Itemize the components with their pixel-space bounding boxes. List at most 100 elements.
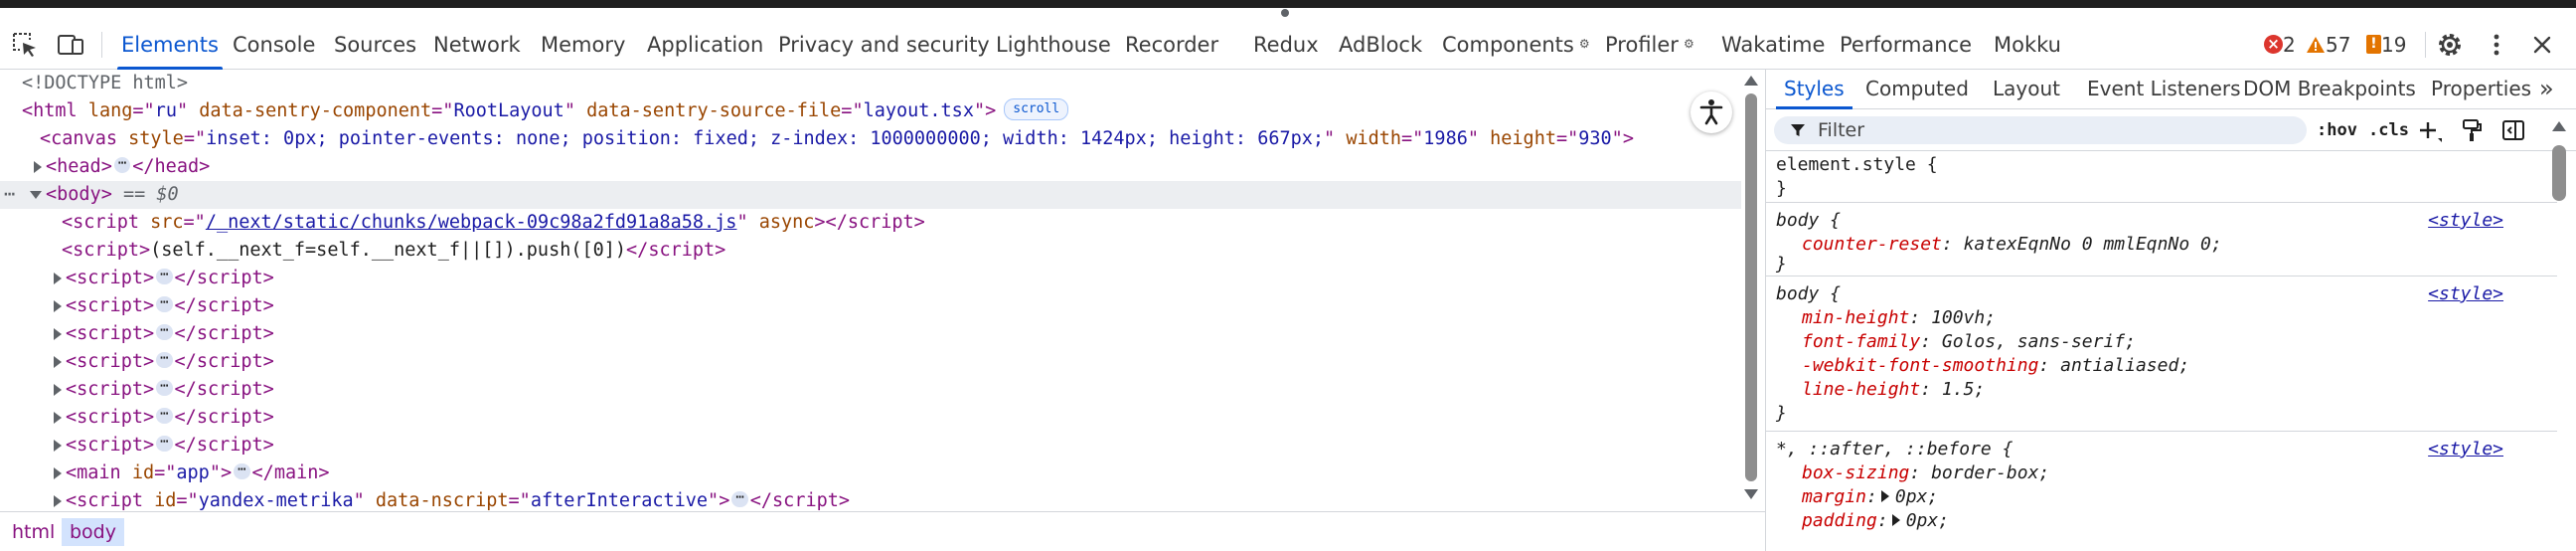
expand-shorthand-icon[interactable] — [1891, 514, 1900, 526]
error-counter[interactable]: × 2 — [2264, 33, 2296, 57]
class-toggle[interactable]: .cls — [2368, 118, 2409, 142]
breadcrumb-html[interactable]: html — [4, 518, 63, 546]
dom-node-script[interactable]: <script> ⋯ </script> — [66, 376, 274, 404]
kebab-menu-icon[interactable] — [2482, 30, 2511, 60]
rule-selector[interactable]: *, ::after, ::before { — [1776, 439, 2012, 459]
toggle-sidebar-icon[interactable] — [2501, 118, 2525, 142]
dom-node-canvas[interactable]: <canvas style="inset: 0px; pointer-event… — [40, 125, 1634, 153]
collapsed-ellipsis[interactable]: ⋯ — [731, 490, 748, 507]
rule-selector[interactable]: body { — [1776, 210, 1841, 231]
accessibility-tree-button[interactable] — [1690, 92, 1732, 133]
expand-shorthand-icon[interactable] — [1880, 490, 1889, 502]
tab-dom-breakpoints[interactable]: DOM Breakpoints — [2243, 70, 2416, 109]
script-src-link[interactable]: /_next/static/chunks/webpack-09c98a2fd91… — [206, 212, 737, 233]
dom-node-html[interactable]: <html lang="ru" data-sentry-component="R… — [22, 97, 1069, 125]
tab-mokku[interactable]: Mokku — [1994, 20, 2061, 70]
paint-brush-icon[interactable] — [2460, 118, 2484, 142]
dom-node-script[interactable]: <script> ⋯ </script> — [66, 292, 274, 320]
collapse-arrow-icon[interactable] — [30, 191, 42, 199]
rule-selector[interactable]: body { — [1776, 283, 1841, 304]
dom-tree-scroll-thumb[interactable] — [1745, 93, 1757, 481]
more-tabs-chevron-icon[interactable]: » — [2539, 70, 2554, 109]
close-icon[interactable] — [2527, 30, 2557, 60]
style-declaration[interactable]: min-height: 100vh; — [1802, 306, 1996, 330]
scroll-down-arrow-icon[interactable] — [1744, 489, 1758, 499]
tab-profiler[interactable]: Profiler ⚙ — [1605, 20, 1694, 70]
collapsed-ellipsis[interactable]: ⋯ — [156, 268, 173, 284]
style-declaration[interactable]: box-sizing: border-box; — [1802, 461, 2049, 485]
tab-components[interactable]: Components ⚙ — [1442, 20, 1590, 70]
expand-arrow-icon[interactable] — [54, 412, 62, 424]
expand-arrow-icon[interactable] — [54, 384, 62, 396]
expand-arrow-icon[interactable] — [54, 495, 62, 507]
style-declaration[interactable]: font-family: Golos, sans-serif; — [1802, 330, 2136, 354]
scroll-badge[interactable]: scroll — [1004, 98, 1069, 120]
styles-scroll-thumb[interactable] — [2552, 145, 2566, 201]
device-toggle-icon[interactable] — [56, 30, 85, 60]
expand-arrow-icon[interactable] — [54, 273, 62, 284]
style-declaration[interactable]: margin: 0px; — [1802, 485, 1938, 509]
tab-application[interactable]: Application — [647, 20, 763, 70]
tab-lighthouse[interactable]: Lighthouse — [996, 20, 1111, 70]
styles-filter-input[interactable] — [1818, 116, 2295, 144]
rule-source-link[interactable]: <style> — [2428, 438, 2503, 461]
collapsed-ellipsis[interactable]: ⋯ — [156, 379, 173, 396]
dom-node-script-metrika[interactable]: <script id="yandex-metrika" data-nscript… — [66, 487, 850, 511]
tab-privacy-and-security[interactable]: Privacy and security — [778, 20, 990, 70]
expand-arrow-icon[interactable] — [54, 467, 62, 479]
tab-event-listeners[interactable]: Event Listeners — [2087, 70, 2241, 109]
expand-arrow-icon[interactable] — [54, 300, 62, 312]
tab-recorder[interactable]: Recorder — [1125, 20, 1218, 70]
tab-properties[interactable]: Properties — [2431, 70, 2531, 109]
dom-node-script[interactable]: <script> ⋯ </script> — [66, 432, 274, 459]
tab-console[interactable]: Console — [233, 20, 315, 70]
collapsed-ellipsis[interactable]: ⋯ — [156, 407, 173, 424]
style-declaration[interactable]: padding: 0px; — [1802, 509, 1949, 533]
tab-elements[interactable]: Elements — [117, 20, 223, 70]
expand-arrow-icon[interactable] — [54, 328, 62, 340]
breadcrumb-body[interactable]: body — [62, 518, 124, 546]
tab-sources[interactable]: Sources — [334, 20, 416, 70]
dom-node-script[interactable]: <script> ⋯ </script> — [66, 404, 274, 432]
dom-node-script[interactable]: <script> ⋯ </script> — [66, 348, 274, 376]
gear-icon[interactable] — [2435, 30, 2465, 60]
tab-layout[interactable]: Layout — [1993, 70, 2060, 109]
expand-arrow-icon[interactable] — [54, 356, 62, 368]
dom-node-head[interactable]: <head> ⋯ </head> — [46, 153, 210, 181]
dom-node-body[interactable]: <body> == $0 — [46, 181, 179, 209]
dom-node-script-src[interactable]: <script src="/_next/static/chunks/webpac… — [62, 209, 925, 237]
style-declaration[interactable]: -webkit-font-smoothing: antialiased; — [1802, 354, 2189, 378]
style-declaration[interactable]: counter-reset: katexEqnNo 0 mmlEqnNo 0; — [1802, 233, 2222, 257]
panel-drag-handle[interactable] — [1281, 9, 1289, 17]
rule-selector[interactable]: element.style { — [1776, 154, 1938, 175]
dom-node-script-inline[interactable]: <script>(self.__next_f=self.__next_f||[]… — [62, 237, 725, 265]
tab-styles[interactable]: Styles — [1776, 70, 1852, 109]
new-style-rule-icon[interactable] — [2418, 119, 2444, 143]
rule-source-link[interactable]: <style> — [2428, 209, 2503, 233]
inspect-element-icon[interactable] — [10, 30, 40, 60]
issues-counter[interactable]: ! 19 — [2366, 33, 2406, 57]
tab-redux[interactable]: Redux — [1253, 20, 1319, 70]
tab-performance[interactable]: Performance — [1840, 20, 1972, 70]
scroll-up-arrow-icon[interactable] — [1744, 76, 1758, 86]
collapsed-ellipsis[interactable]: ⋯ — [234, 462, 250, 479]
rule-source-link[interactable]: <style> — [2428, 282, 2503, 306]
style-declaration[interactable]: line-height: 1.5; — [1802, 378, 1985, 402]
expand-arrow-icon[interactable] — [34, 161, 42, 173]
tab-adblock[interactable]: AdBlock — [1339, 20, 1422, 70]
warning-counter[interactable]: 57 — [2306, 33, 2350, 57]
tab-memory[interactable]: Memory — [541, 20, 625, 70]
dom-node-script[interactable]: <script> ⋯ </script> — [66, 265, 274, 292]
tab-computed[interactable]: Computed — [1865, 70, 1969, 109]
collapsed-ellipsis[interactable]: ⋯ — [156, 295, 173, 312]
dom-node-script[interactable]: <script> ⋯ </script> — [66, 320, 274, 348]
row-actions-dots[interactable]: ⋯ — [4, 181, 15, 209]
collapsed-ellipsis[interactable]: ⋯ — [156, 351, 173, 368]
scroll-up-arrow-icon[interactable] — [2552, 121, 2566, 131]
tab-wakatime[interactable]: Wakatime — [1721, 20, 1825, 70]
collapsed-ellipsis[interactable]: ⋯ — [156, 323, 173, 340]
collapsed-ellipsis[interactable]: ⋯ — [156, 435, 173, 452]
collapsed-ellipsis[interactable]: ⋯ — [113, 156, 131, 173]
dom-node-main[interactable]: <main id="app"> ⋯ </main> — [66, 459, 330, 487]
expand-arrow-icon[interactable] — [54, 440, 62, 452]
